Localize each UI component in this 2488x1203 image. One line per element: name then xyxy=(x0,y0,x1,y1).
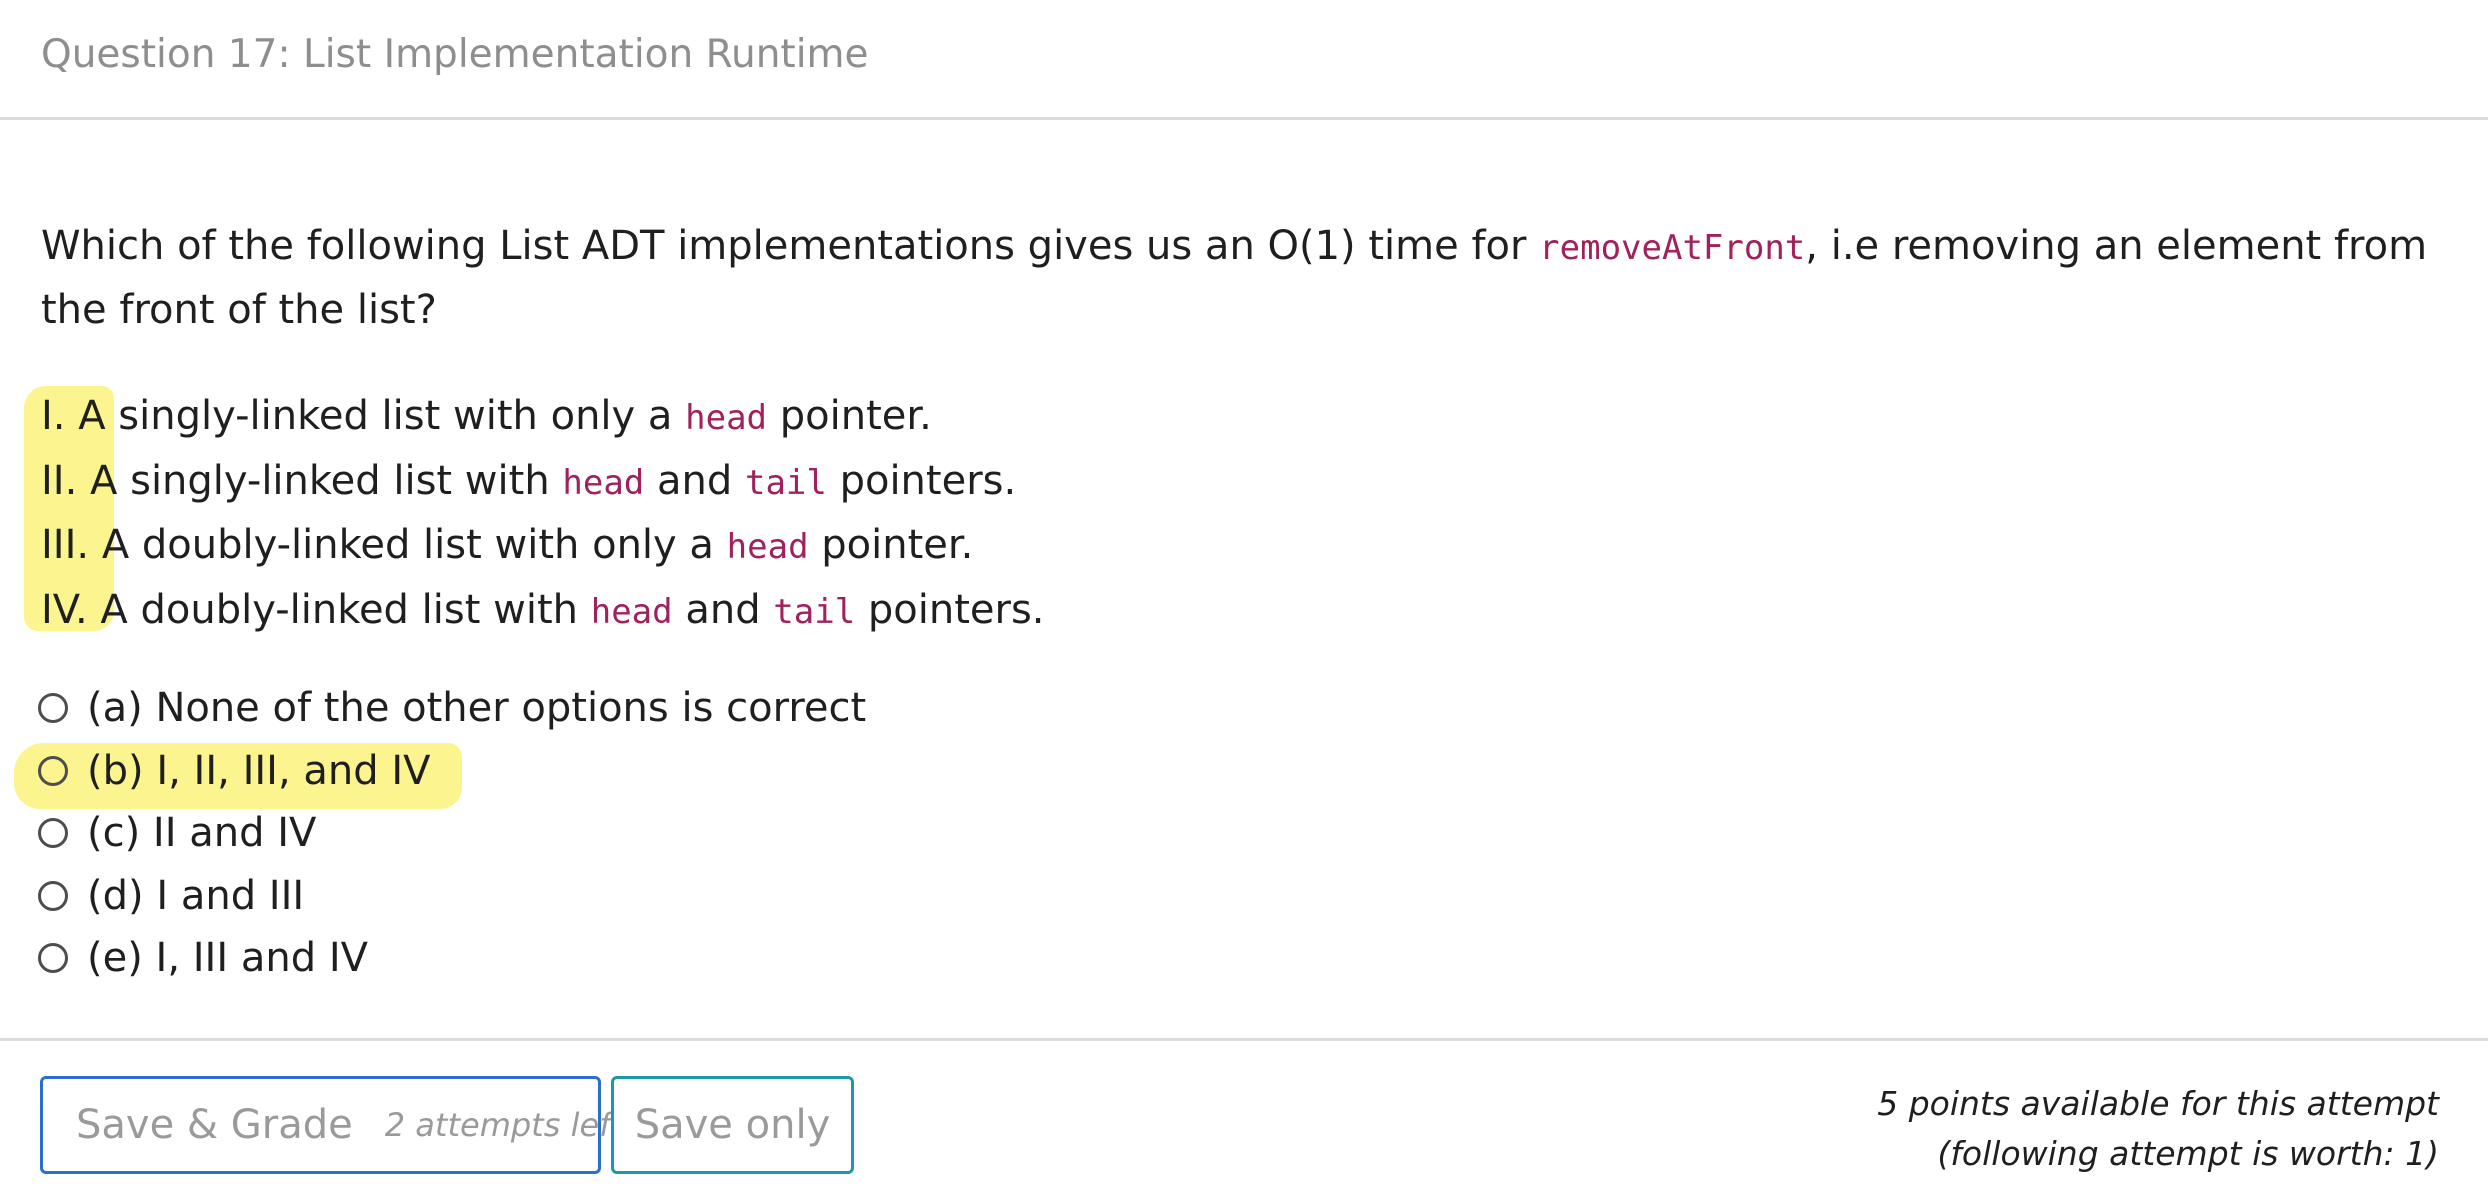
option-b-label: (b) I, II, III, and IV xyxy=(87,747,431,794)
answer-options: (a) None of the other options is correct… xyxy=(38,677,866,990)
statement-item: I. A singly-linked list with only a head… xyxy=(41,393,932,439)
option-a-label: (a) None of the other options is correct xyxy=(87,685,867,731)
option-e[interactable]: (e) I, III and IV xyxy=(38,927,866,990)
points-available-text: 5 points available for this attempt xyxy=(1877,1084,2439,1123)
radio-button-b[interactable] xyxy=(38,755,68,786)
statement-item: II. A singly-linked list with head and t… xyxy=(41,457,1017,504)
question-header: Question 17: List Implementation Runtime xyxy=(0,0,2488,120)
save-and-grade-label: Save & Grade xyxy=(76,1102,353,1148)
save-only-label: Save only xyxy=(634,1102,831,1148)
question-footer: Save & Grade 2 attempts left Save only 5… xyxy=(0,1038,2488,1203)
radio-button-a[interactable] xyxy=(38,693,68,724)
option-c-label: (c) II and IV xyxy=(87,810,317,856)
radio-button-c[interactable] xyxy=(38,818,68,849)
option-e-label: (e) I, III and IV xyxy=(87,935,368,981)
radio-button-e[interactable] xyxy=(38,943,68,974)
attempts-left-label: 2 attempts left xyxy=(384,1106,623,1144)
save-and-grade-button[interactable]: Save & Grade 2 attempts left xyxy=(40,1076,623,1174)
statement-list: I. A singly-linked list with only a head… xyxy=(41,385,1045,643)
statement-item: III. A doubly-linked list with only a he… xyxy=(41,522,974,568)
option-d-label: (d) I and III xyxy=(87,872,305,919)
option-c[interactable]: (c) II and IV xyxy=(38,802,866,865)
option-b[interactable]: (b) I, II, III, and IV xyxy=(38,740,866,803)
next-attempt-worth-text: (following attempt is worth: 1) xyxy=(1937,1134,2439,1173)
statement-item: IV. A doubly-linked list with head and t… xyxy=(41,586,1045,633)
question-code-method: removeAtFront xyxy=(1539,228,1806,268)
question-prompt: Which of the following List ADT implemen… xyxy=(41,215,2461,341)
points-info: 5 points available for this attempt (fol… xyxy=(1877,1079,2439,1179)
option-d[interactable]: (d) I and III xyxy=(38,865,866,928)
save-only-button[interactable]: Save only xyxy=(611,1076,854,1174)
question-title: Question 17: List Implementation Runtime xyxy=(41,32,869,77)
option-a[interactable]: (a) None of the other options is correct xyxy=(38,677,866,740)
question-text-before: Which of the following List ADT implemen… xyxy=(41,223,1540,269)
radio-button-d[interactable] xyxy=(38,880,68,911)
